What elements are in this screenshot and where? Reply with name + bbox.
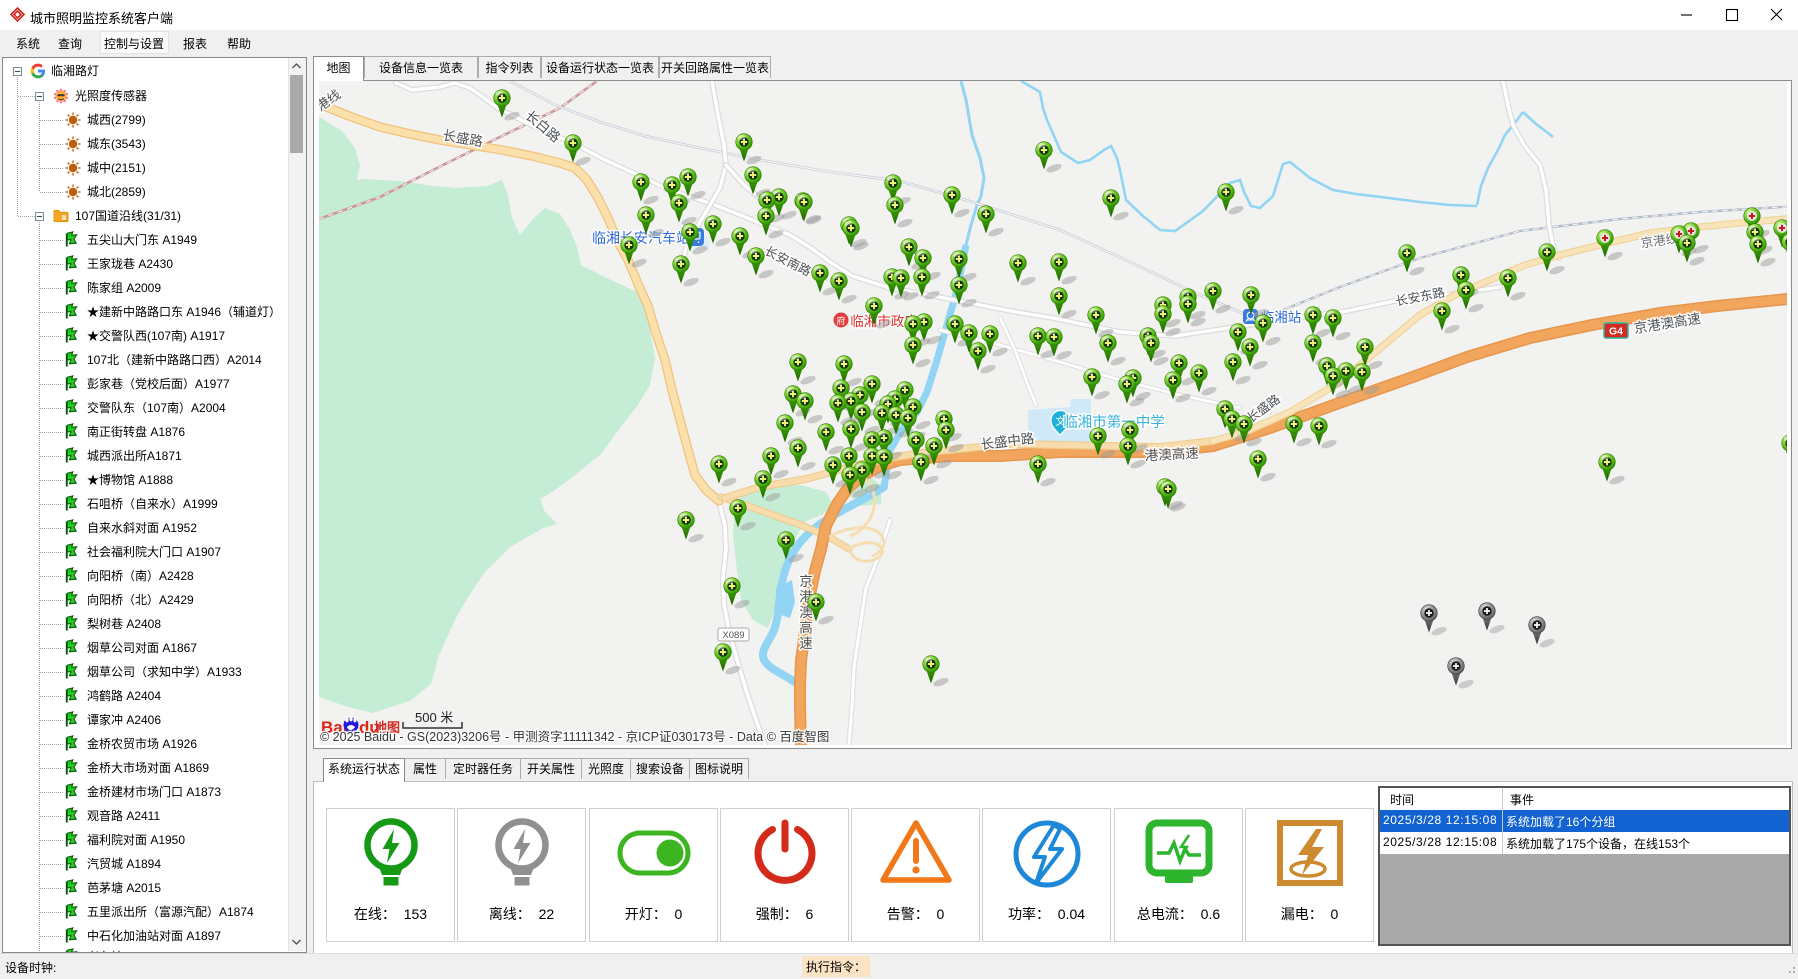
svg-text:临湘市第一中学: 临湘市第一中学	[1063, 413, 1165, 431]
svg-text:高: 高	[799, 620, 813, 636]
svg-text:府: 府	[836, 315, 845, 326]
svg-text:G4: G4	[1609, 326, 1623, 338]
svg-text:© 2025 Baidu - GS(2023)3206号 -: © 2025 Baidu - GS(2023)3206号 - 甲测资字11111…	[320, 729, 829, 744]
svg-text:京: 京	[799, 574, 813, 589]
svg-text:速: 速	[799, 636, 813, 651]
svg-text:临湘长安汽车站: 临湘长安汽车站	[592, 230, 690, 246]
svg-text:X089: X089	[722, 630, 744, 641]
svg-text:港澳高速: 港澳高速	[1144, 445, 1199, 464]
svg-text:500 米: 500 米	[415, 710, 453, 725]
